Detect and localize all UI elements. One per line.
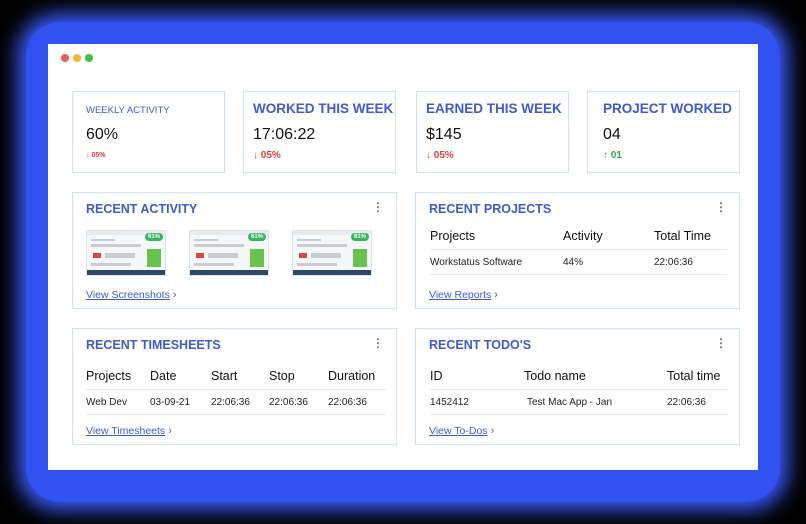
table-row[interactable]: 1452412 Test Mac App - Jan 22:06:36 (430, 389, 728, 415)
table-cell: 22:06:36 (667, 389, 728, 415)
column-header: Projects (86, 369, 150, 390)
table-header-row: ID Todo name Total time (430, 369, 728, 390)
link-label: View Reports (429, 289, 492, 301)
table-header-row: Projects Activity Total Time (430, 229, 727, 250)
column-header: Total Time (654, 229, 727, 250)
minimize-window-button[interactable] (73, 54, 81, 62)
arrow-down-icon: ↓ (426, 150, 431, 161)
recent-projects-panel: RECENT PROJECTS ⋮ Projects Activity Tota… (415, 192, 740, 309)
screenshot-thumbnail[interactable]: 61% (189, 230, 269, 276)
stat-title: EARNED THIS WEEK (426, 101, 562, 116)
stat-change-value: 01 (610, 150, 622, 161)
more-options-icon[interactable]: ⋮ (715, 201, 727, 213)
arrow-down-icon: ↓ (86, 152, 90, 159)
arrow-down-icon: ↓ (253, 150, 258, 161)
more-options-icon[interactable]: ⋮ (372, 201, 384, 213)
panel-title: RECENT TODO'S (429, 338, 532, 352)
panel-title: RECENT PROJECTS (429, 202, 552, 216)
view-todos-link[interactable]: View To-Dos › (429, 425, 494, 437)
table-cell: Workstatus Software (430, 249, 563, 275)
link-label: View Screenshots (86, 289, 170, 301)
activity-badge: 61% (350, 233, 369, 241)
chevron-right-icon: › (168, 425, 172, 437)
stat-card-earned-this-week: EARNED THIS WEEK $145 ↓ 05% (416, 91, 569, 173)
column-header: Total time (667, 369, 728, 390)
stat-change: ↓ 05% (86, 152, 105, 159)
stat-value: 17:06:22 (253, 126, 316, 143)
table-cell: 1452412 (430, 389, 524, 415)
table-header-row: Projects Date Start Stop Duration (86, 369, 386, 390)
recent-todos-panel: RECENT TODO'S ⋮ ID Todo name Total time … (415, 328, 740, 445)
screenshot-thumbnail[interactable]: 61% (86, 230, 166, 276)
stat-change-value: 05% (91, 152, 106, 159)
stat-value: 60% (86, 126, 119, 143)
table-cell: Web Dev (86, 389, 150, 415)
stat-card-weekly-activity: WEEKLY ACTIVITY 60% ↓ 05% (72, 91, 225, 173)
view-reports-link[interactable]: View Reports › (429, 289, 498, 301)
stat-title: WORKED THIS WEEK (253, 101, 394, 116)
stat-card-worked-this-week: WORKED THIS WEEK 17:06:22 ↓ 05% (243, 91, 396, 173)
table-cell: 22:06:36 (328, 389, 386, 415)
table-cell: 03-09-21 (150, 389, 211, 415)
more-options-icon[interactable]: ⋮ (372, 337, 384, 349)
view-timesheets-link[interactable]: View Timesheets › (86, 425, 172, 437)
recent-activity-panel: RECENT ACTIVITY ⋮ 61% 61% 61% View Scree… (72, 192, 397, 309)
activity-badge: 61% (247, 233, 266, 241)
column-header: Stop (269, 369, 328, 390)
todos-table: ID Todo name Total time 1452412 Test Mac… (430, 369, 728, 415)
window-controls (61, 54, 93, 62)
link-label: View To-Dos (429, 425, 488, 437)
timesheets-table: Projects Date Start Stop Duration Web De… (86, 369, 386, 415)
panel-title: RECENT ACTIVITY (86, 202, 198, 216)
stat-title: PROJECT WORKED (603, 101, 733, 116)
stat-value: $145 (426, 126, 462, 143)
column-header: Start (211, 369, 269, 390)
maximize-window-button[interactable] (85, 54, 93, 62)
chevron-right-icon: › (172, 289, 177, 301)
close-window-button[interactable] (61, 54, 69, 62)
table-cell: 44% (563, 249, 654, 275)
stat-change: ↓ 05% (253, 150, 281, 161)
stat-card-project-worked: PROJECT WORKED 04 ↑ 01 (587, 91, 740, 173)
column-header: Projects (430, 229, 563, 250)
screenshot-thumbnail[interactable]: 61% (292, 230, 372, 276)
table-cell: 22:06:36 (269, 389, 328, 415)
app-window: WEEKLY ACTIVITY 60% ↓ 05% WORKED THIS WE… (48, 44, 758, 470)
panel-title: RECENT TIMESHEETS (86, 338, 221, 352)
stat-value: 04 (603, 126, 621, 143)
arrow-up-icon: ↑ (603, 150, 608, 161)
table-cell: 22:06:36 (211, 389, 269, 415)
more-options-icon[interactable]: ⋮ (715, 337, 727, 349)
chevron-right-icon: › (494, 289, 498, 301)
column-header: Duration (328, 369, 386, 390)
table-cell: 22:06:36 (654, 249, 727, 275)
table-row[interactable]: Web Dev 03-09-21 22:06:36 22:06:36 22:06… (86, 389, 386, 415)
stat-change: ↓ 05% (426, 150, 454, 161)
column-header: Date (150, 369, 211, 390)
column-header: Todo name (524, 369, 667, 390)
activity-badge: 61% (144, 233, 163, 241)
stat-title: WEEKLY ACTIVITY (86, 105, 170, 116)
link-label: View Timesheets (86, 425, 166, 437)
table-row[interactable]: Workstatus Software 44% 22:06:36 (430, 249, 727, 275)
projects-table: Projects Activity Total Time Workstatus … (430, 229, 727, 275)
column-header: ID (430, 369, 524, 390)
stat-change: ↑ 01 (603, 150, 622, 161)
stat-change-value: 05% (260, 150, 281, 161)
view-screenshots-link[interactable]: View Screenshots › (86, 289, 177, 301)
chevron-right-icon: › (490, 425, 495, 437)
table-cell: Test Mac App - Jan (524, 389, 667, 415)
stat-change-value: 05% (433, 150, 454, 161)
column-header: Activity (563, 229, 654, 250)
recent-timesheets-panel: RECENT TIMESHEETS ⋮ Projects Date Start … (72, 328, 397, 445)
